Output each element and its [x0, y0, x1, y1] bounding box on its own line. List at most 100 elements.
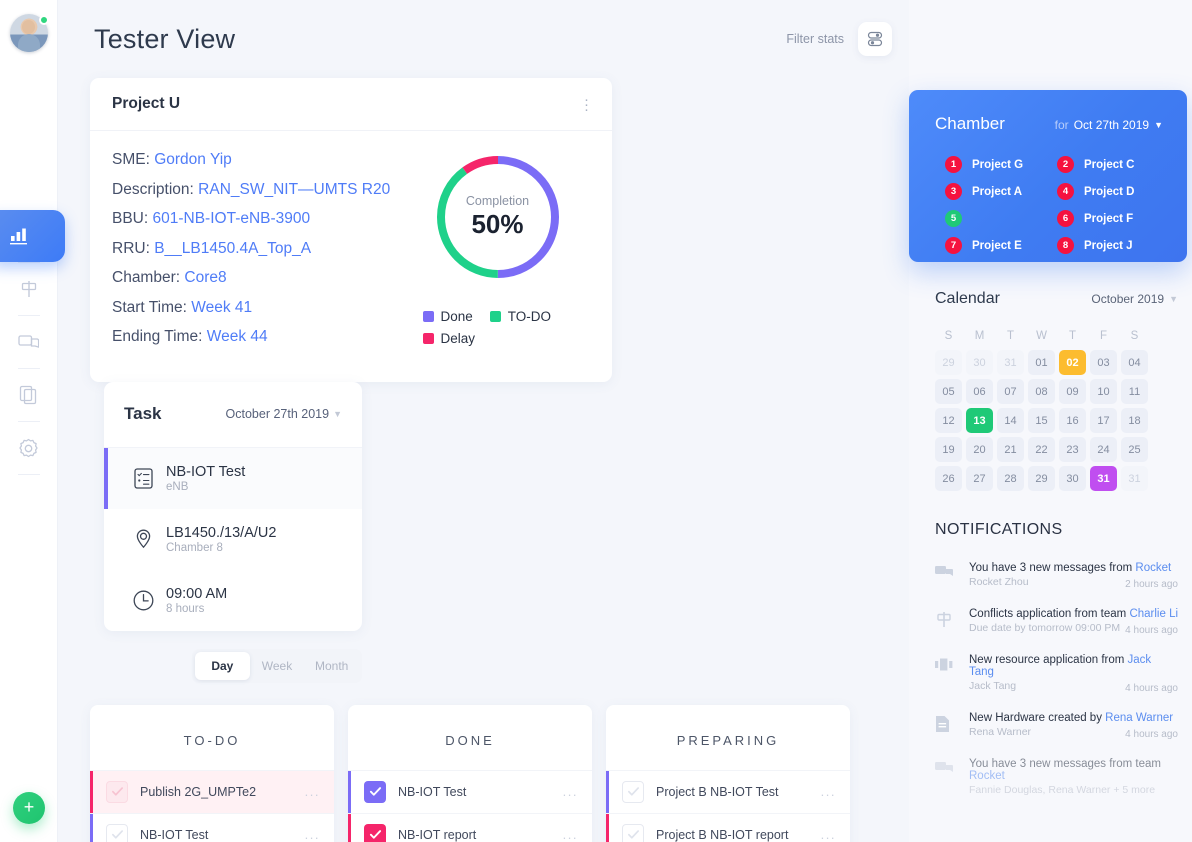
calendar-day[interactable]: 15: [1028, 408, 1055, 433]
calendar-day[interactable]: 03: [1090, 350, 1117, 375]
notification-link[interactable]: Rocket: [969, 770, 1005, 782]
calendar-month-selector[interactable]: October 2019 ▼: [1091, 292, 1178, 306]
item-checkbox[interactable]: [106, 780, 128, 803]
field-value[interactable]: Gordon Yip: [154, 151, 232, 168]
notification-item[interactable]: You have 3 new messages from Rocket Rock…: [935, 553, 1178, 599]
column-title: DONE: [445, 732, 495, 748]
item-checkbox[interactable]: [364, 780, 386, 803]
calendar-day[interactable]: 07: [997, 379, 1024, 404]
legend-swatch: [422, 333, 434, 344]
field-value[interactable]: RAN_SW_NIT—UMTS R20: [198, 181, 390, 198]
item-checkbox[interactable]: [106, 823, 128, 842]
field-value[interactable]: 601-NB-IOT-eNB-3900: [153, 210, 311, 227]
kanban-item[interactable]: NB-IOT Test ...: [90, 812, 334, 842]
calendar-day[interactable]: 12: [935, 408, 962, 433]
chamber-item[interactable]: 7 Project E: [945, 237, 1057, 254]
chamber-item[interactable]: 6 Project F: [1057, 210, 1169, 227]
calendar-day[interactable]: 21: [997, 437, 1024, 462]
calendar-day[interactable]: 20: [966, 437, 993, 462]
calendar-day[interactable]: 13: [966, 408, 993, 433]
item-menu-button[interactable]: ...: [305, 827, 320, 842]
item-checkbox[interactable]: [364, 823, 386, 842]
legend-row: Done TO-DO: [422, 309, 573, 324]
calendar-day[interactable]: 23: [1059, 437, 1086, 462]
notification-link[interactable]: Charlie Li: [1129, 608, 1178, 620]
calendar-day[interactable]: 04: [1121, 350, 1148, 375]
calendar-day[interactable]: 09: [1059, 379, 1086, 404]
chamber-item[interactable]: 5: [945, 210, 1057, 227]
field-value[interactable]: Core8: [184, 269, 226, 286]
calendar-day[interactable]: 10: [1090, 379, 1117, 404]
calendar-day[interactable]: 02: [1059, 350, 1086, 375]
chamber-item[interactable]: 4 Project D: [1057, 183, 1169, 200]
task-row[interactable]: 09:00 AM 8 hours: [104, 570, 362, 631]
notification-main: You have 3 new messages from Rocket: [969, 562, 1178, 574]
item-menu-button[interactable]: ...: [821, 784, 836, 799]
project-menu-button[interactable]: · · ·: [584, 92, 590, 117]
chamber-item[interactable]: 3 Project A: [945, 183, 1057, 200]
sidebar-item-stats[interactable]: [0, 210, 65, 262]
tab-day[interactable]: Day: [195, 651, 250, 680]
add-button[interactable]: +: [13, 792, 45, 824]
task-row-secondary: 8 hours: [166, 602, 205, 615]
item-checkbox[interactable]: [622, 823, 644, 842]
calendar-day[interactable]: 06: [966, 379, 993, 404]
chamber-item[interactable]: 2 Project C: [1057, 156, 1169, 173]
calendar-day[interactable]: 29: [935, 350, 962, 375]
field-value[interactable]: B__LB1450.4A_Top_A: [154, 240, 311, 257]
sidebar-item-documents[interactable]: [0, 369, 58, 421]
calendar-day[interactable]: 26: [935, 466, 962, 491]
calendar-day[interactable]: 11: [1121, 379, 1148, 404]
calendar-day[interactable]: 31: [997, 350, 1024, 375]
calendar-day[interactable]: 30: [966, 350, 993, 375]
kanban-item[interactable]: Project B NB-IOT Test ...: [606, 769, 850, 813]
calendar-day[interactable]: 30: [1059, 466, 1086, 491]
chamber-item[interactable]: 8 Project J: [1057, 237, 1169, 254]
task-row[interactable]: LB1450./13/A/U2 Chamber 8: [104, 509, 362, 570]
tab-month[interactable]: Month: [304, 652, 359, 680]
calendar-day[interactable]: 31: [1090, 466, 1117, 491]
sidebar-item-projects[interactable]: [0, 263, 58, 315]
sidebar-item-settings[interactable]: [0, 422, 58, 474]
kanban-item[interactable]: NB-IOT Test ...: [348, 769, 592, 813]
field-value[interactable]: Week 44: [207, 328, 268, 345]
calendar-day[interactable]: 31: [1121, 466, 1148, 491]
calendar-day[interactable]: 14: [997, 408, 1024, 433]
item-menu-button[interactable]: ...: [563, 827, 578, 842]
calendar-day[interactable]: 25: [1121, 437, 1148, 462]
notification-item[interactable]: Conflicts application from team Charlie …: [935, 599, 1178, 645]
chamber-item[interactable]: 1 Project G: [945, 156, 1057, 173]
notification-link[interactable]: Rena Warner: [1105, 712, 1173, 724]
kanban-item[interactable]: NB-IOT report ...: [348, 812, 592, 842]
item-checkbox[interactable]: [622, 780, 644, 803]
calendar-day[interactable]: 19: [935, 437, 962, 462]
calendar-day[interactable]: 17: [1090, 408, 1117, 433]
task-row[interactable]: NB-IOT Test eNB: [104, 447, 362, 509]
filter-stats-button[interactable]: [858, 22, 892, 56]
notification-item[interactable]: You have 3 new messages from team Rocket…: [935, 749, 1178, 805]
calendar-day[interactable]: 08: [1028, 379, 1055, 404]
notification-item[interactable]: New Hardware created by Rena Warner Rena…: [935, 703, 1178, 749]
calendar-day[interactable]: 27: [966, 466, 993, 491]
tab-week[interactable]: Week: [250, 652, 305, 680]
sidebar-item-messages[interactable]: [0, 316, 58, 368]
calendar-day[interactable]: 24: [1090, 437, 1117, 462]
kanban-item[interactable]: Project B NB-IOT report ...: [606, 812, 850, 842]
avatar[interactable]: [9, 14, 49, 52]
field-value[interactable]: Week 41: [191, 299, 252, 316]
calendar-day[interactable]: 28: [997, 466, 1024, 491]
calendar-day[interactable]: 16: [1059, 408, 1086, 433]
calendar-day[interactable]: 18: [1121, 408, 1148, 433]
item-menu-button[interactable]: ...: [821, 827, 836, 842]
chamber-date-selector[interactable]: for Oct 27th 2019 ▼: [1055, 118, 1163, 132]
task-date-selector[interactable]: October 27th 2019 ▼: [226, 407, 342, 421]
notification-item[interactable]: New resource application from Jack Tang …: [935, 645, 1178, 703]
calendar-day[interactable]: 01: [1028, 350, 1055, 375]
calendar-day[interactable]: 05: [935, 379, 962, 404]
kanban-item[interactable]: Publish 2G_UMPTe2 ...: [90, 769, 334, 813]
calendar-day[interactable]: 22: [1028, 437, 1055, 462]
calendar-day[interactable]: 29: [1028, 466, 1055, 491]
notification-link[interactable]: Rocket: [1135, 562, 1171, 574]
item-menu-button[interactable]: ...: [305, 784, 320, 799]
item-menu-button[interactable]: ...: [563, 784, 578, 799]
